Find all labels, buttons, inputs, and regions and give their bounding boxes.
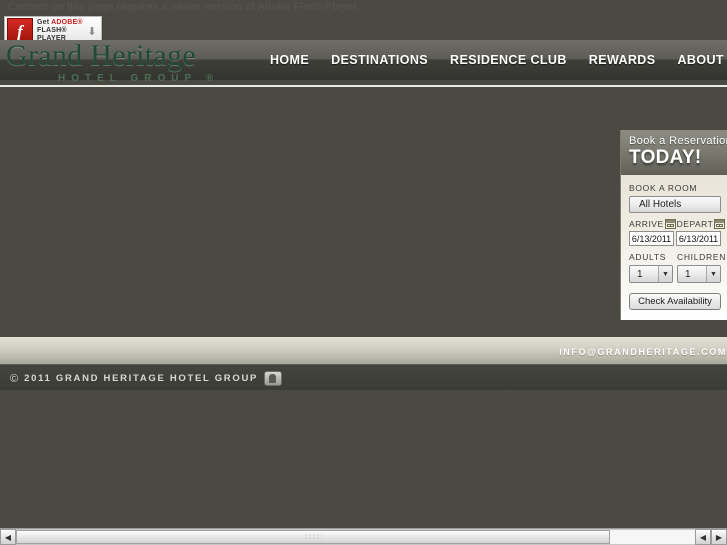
booking-header-subtitle: Book a Reservation bbox=[629, 135, 727, 147]
depart-calendar-icon[interactable] bbox=[714, 219, 726, 229]
copyright-text: 2011 GRAND HERITAGE HOTEL GROUP bbox=[24, 373, 259, 384]
arrive-date-input[interactable] bbox=[629, 231, 674, 246]
hand-cursor-icon bbox=[264, 371, 283, 386]
nav-item-home[interactable]: HOME bbox=[270, 53, 309, 67]
adults-value: 1 bbox=[637, 268, 643, 280]
site-logo[interactable]: Grand Heritage HOTEL GROUP ® bbox=[6, 39, 256, 85]
horizontal-scrollbar[interactable]: ◀ ◀ ▶ bbox=[0, 528, 727, 545]
check-availability-button[interactable]: Check Availability bbox=[629, 293, 721, 310]
chevron-down-icon: ▼ bbox=[658, 266, 672, 282]
booking-header-title: TODAY! bbox=[629, 147, 702, 168]
copyright-symbol: © bbox=[10, 372, 19, 385]
scroll-right-button[interactable]: ▶ bbox=[711, 529, 727, 545]
download-arrow-icon: ⬇ bbox=[87, 25, 97, 38]
page-background-area bbox=[0, 390, 727, 528]
booking-panel-header: Book a Reservation TODAY! bbox=[621, 130, 727, 175]
nav-item-about[interactable]: ABOUT bbox=[677, 53, 723, 67]
scrollbar-grip bbox=[304, 533, 323, 541]
flash-notice-text: Content on this page requires a newer ve… bbox=[8, 1, 360, 13]
children-label: CHILDREN bbox=[677, 252, 727, 262]
adults-column: ADULTS 1 ▼ bbox=[629, 252, 677, 283]
flash-logo-glyph: f bbox=[17, 21, 23, 41]
scrollbar-thumb[interactable] bbox=[16, 530, 611, 544]
scroll-left-button-secondary[interactable]: ◀ bbox=[695, 529, 711, 545]
flash-badge-line1: Get ADOBE® bbox=[37, 19, 86, 27]
nav-item-residence-club[interactable]: RESIDENCE CLUB bbox=[450, 53, 567, 67]
copyright-content: © 2011 GRAND HERITAGE HOTEL GROUP bbox=[10, 371, 283, 386]
nav-item-rewards[interactable]: REWARDS bbox=[589, 53, 656, 67]
scroll-right-buttons: ◀ ▶ bbox=[695, 529, 727, 545]
date-fields-row bbox=[629, 231, 727, 246]
copyright-bar: © 2011 GRAND HERITAGE HOTEL GROUP bbox=[0, 364, 727, 391]
main-stage-area bbox=[0, 87, 727, 337]
depart-label: DEPART bbox=[676, 219, 714, 229]
flash-badge-adobe: ADOBE® bbox=[51, 19, 83, 27]
booking-form: BOOK A ROOM All Hotels ARRIVE DEPART ADU… bbox=[621, 175, 727, 320]
arrive-label: ARRIVE bbox=[629, 219, 664, 229]
flash-badge-get: Get bbox=[37, 19, 52, 27]
chevron-down-icon: ▼ bbox=[706, 266, 720, 282]
book-a-room-label: BOOK A ROOM bbox=[629, 183, 698, 193]
children-select[interactable]: 1 ▼ bbox=[677, 265, 721, 283]
date-labels-row: ARRIVE DEPART bbox=[629, 219, 727, 229]
booking-panel: Book a Reservation TODAY! BOOK A ROOM Al… bbox=[620, 130, 727, 320]
children-column: CHILDREN 1 ▼ bbox=[677, 252, 725, 283]
depart-date-input[interactable] bbox=[676, 231, 721, 246]
nav-item-destinations[interactable]: DESTINATIONS bbox=[331, 53, 428, 67]
primary-navigation: HOME DESTINATIONS RESIDENCE CLUB REWARDS… bbox=[270, 51, 727, 69]
scrollbar-track[interactable] bbox=[16, 529, 695, 545]
hotel-select[interactable]: All Hotels bbox=[629, 196, 721, 213]
occupancy-labels-row: ADULTS 1 ▼ CHILDREN 1 ▼ bbox=[629, 252, 727, 283]
adults-label: ADULTS bbox=[629, 252, 667, 262]
contact-email-link[interactable]: INFO@GRANDHERITAGE.COM bbox=[559, 347, 727, 357]
contact-band: INFO@GRANDHERITAGE.COM bbox=[0, 337, 727, 364]
logo-wordmark: Grand Heritage bbox=[6, 39, 196, 72]
logo-tagline: HOTEL GROUP ® bbox=[58, 73, 220, 84]
browser-viewport: Content on this page requires a newer ve… bbox=[0, 0, 727, 545]
scroll-left-button[interactable]: ◀ bbox=[0, 529, 16, 545]
arrive-calendar-icon[interactable] bbox=[664, 219, 676, 229]
children-value: 1 bbox=[685, 268, 691, 280]
adults-select[interactable]: 1 ▼ bbox=[629, 265, 673, 283]
